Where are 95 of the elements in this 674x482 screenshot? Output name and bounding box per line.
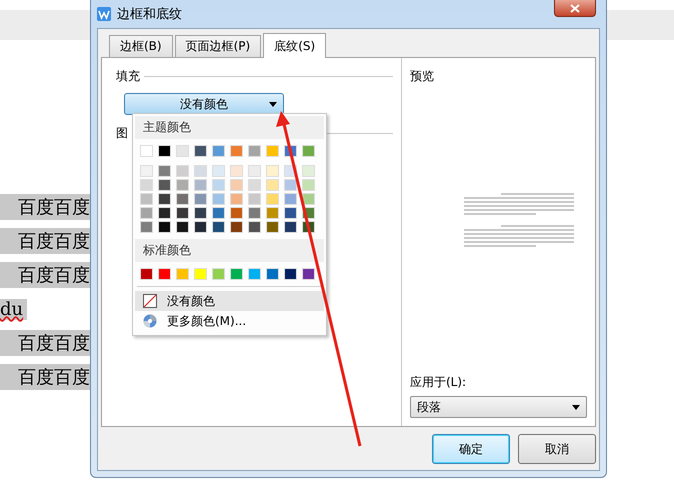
color-swatch[interactable] <box>248 179 261 191</box>
color-swatch[interactable] <box>194 165 207 177</box>
color-swatch[interactable] <box>140 268 153 280</box>
color-swatch[interactable] <box>266 193 279 205</box>
color-swatch[interactable] <box>194 193 207 205</box>
color-swatch[interactable] <box>194 145 207 157</box>
close-icon <box>570 4 580 12</box>
tab[interactable]: 页面边框(P) <box>174 35 262 57</box>
color-swatch[interactable] <box>140 165 153 177</box>
color-swatch[interactable] <box>212 193 225 205</box>
menu-heading: 标准颜色 <box>135 239 324 262</box>
close-button[interactable] <box>554 0 596 17</box>
color-swatch[interactable] <box>158 179 171 191</box>
caret-icon <box>269 102 277 107</box>
color-swatch[interactable] <box>176 207 189 219</box>
menu-heading: 主题颜色 <box>135 116 324 139</box>
color-swatch[interactable] <box>212 268 225 280</box>
color-swatch[interactable] <box>230 193 243 205</box>
color-swatch[interactable] <box>230 165 243 177</box>
color-swatch[interactable] <box>248 268 261 280</box>
toolbar-background <box>607 10 674 40</box>
color-swatch[interactable] <box>284 193 297 205</box>
no-color-icon <box>143 294 157 308</box>
color-swatch[interactable] <box>140 145 153 157</box>
color-swatch[interactable] <box>248 207 261 219</box>
color-swatch[interactable] <box>176 221 189 233</box>
color-swatch[interactable] <box>140 221 153 233</box>
app-icon <box>97 7 111 21</box>
color-swatch[interactable] <box>302 179 315 191</box>
color-swatch[interactable] <box>266 268 279 280</box>
color-swatch[interactable] <box>176 179 189 191</box>
menu-item[interactable]: 更多颜色(M)... <box>135 311 324 331</box>
color-swatch[interactable] <box>248 145 261 157</box>
color-swatch[interactable] <box>212 221 225 233</box>
document-text: 百度百度 <box>18 332 90 355</box>
color-swatch[interactable] <box>176 193 189 205</box>
caret-icon <box>572 405 580 410</box>
color-swatch[interactable] <box>248 193 261 205</box>
color-swatch[interactable] <box>212 179 225 191</box>
document-text: 百度百度 <box>18 264 90 287</box>
color-swatch[interactable] <box>230 221 243 233</box>
group-label: 填充 <box>116 68 140 85</box>
apply-to-select[interactable]: 段落 <box>410 396 587 418</box>
color-swatch[interactable] <box>248 221 261 233</box>
color-swatch[interactable] <box>140 193 153 205</box>
color-swatch[interactable] <box>266 145 279 157</box>
color-swatch[interactable] <box>158 268 171 280</box>
group-label: 预览 <box>410 68 435 85</box>
color-swatch[interactable] <box>284 207 297 219</box>
field-label: 应用于(L): <box>410 374 468 391</box>
color-swatch[interactable] <box>176 145 189 157</box>
color-swatch[interactable] <box>302 165 315 177</box>
color-swatch[interactable] <box>266 207 279 219</box>
color-swatch[interactable] <box>266 221 279 233</box>
color-swatch[interactable] <box>266 165 279 177</box>
document-text: 百度百度 <box>18 230 90 253</box>
color-swatch[interactable] <box>158 207 171 219</box>
color-swatch[interactable] <box>194 221 207 233</box>
menu-item[interactable]: 没有颜色 <box>135 291 324 311</box>
document-text: du <box>0 298 28 320</box>
color-swatch[interactable] <box>176 268 189 280</box>
color-swatch[interactable] <box>194 268 207 280</box>
color-swatch[interactable] <box>194 179 207 191</box>
ok-button[interactable]: 确定 <box>432 434 510 464</box>
color-swatch[interactable] <box>212 207 225 219</box>
document-text: 百度百度 <box>18 196 90 219</box>
color-swatch[interactable] <box>230 145 243 157</box>
tab[interactable]: 边框(B) <box>109 35 173 57</box>
document-text: 百度百度 <box>18 366 90 389</box>
color-swatch[interactable] <box>158 165 171 177</box>
color-swatch[interactable] <box>176 165 189 177</box>
color-swatch[interactable] <box>302 268 315 280</box>
color-swatch[interactable] <box>266 179 279 191</box>
color-swatch[interactable] <box>158 193 171 205</box>
color-swatch[interactable] <box>230 268 243 280</box>
cancel-button[interactable]: 取消 <box>518 434 596 464</box>
color-swatch[interactable] <box>194 207 207 219</box>
color-swatch[interactable] <box>248 165 261 177</box>
color-swatch[interactable] <box>140 207 153 219</box>
color-swatch[interactable] <box>230 207 243 219</box>
color-swatch[interactable] <box>284 221 297 233</box>
color-dropdown[interactable]: 没有颜色 <box>124 93 284 115</box>
color-swatch[interactable] <box>212 145 225 157</box>
color-swatch[interactable] <box>284 268 297 280</box>
tab[interactable]: 底纹(S) <box>263 33 326 58</box>
color-swatch[interactable] <box>158 221 171 233</box>
color-swatch[interactable] <box>212 165 225 177</box>
window-title: 边框和底纹 <box>117 6 183 23</box>
color-swatch[interactable] <box>158 145 171 157</box>
color-swatch[interactable] <box>230 179 243 191</box>
color-wheel-icon <box>143 314 157 328</box>
group-label: 图 <box>116 125 128 142</box>
color-swatch[interactable] <box>284 179 297 191</box>
color-swatch[interactable] <box>302 145 315 157</box>
color-swatch[interactable] <box>140 179 153 191</box>
